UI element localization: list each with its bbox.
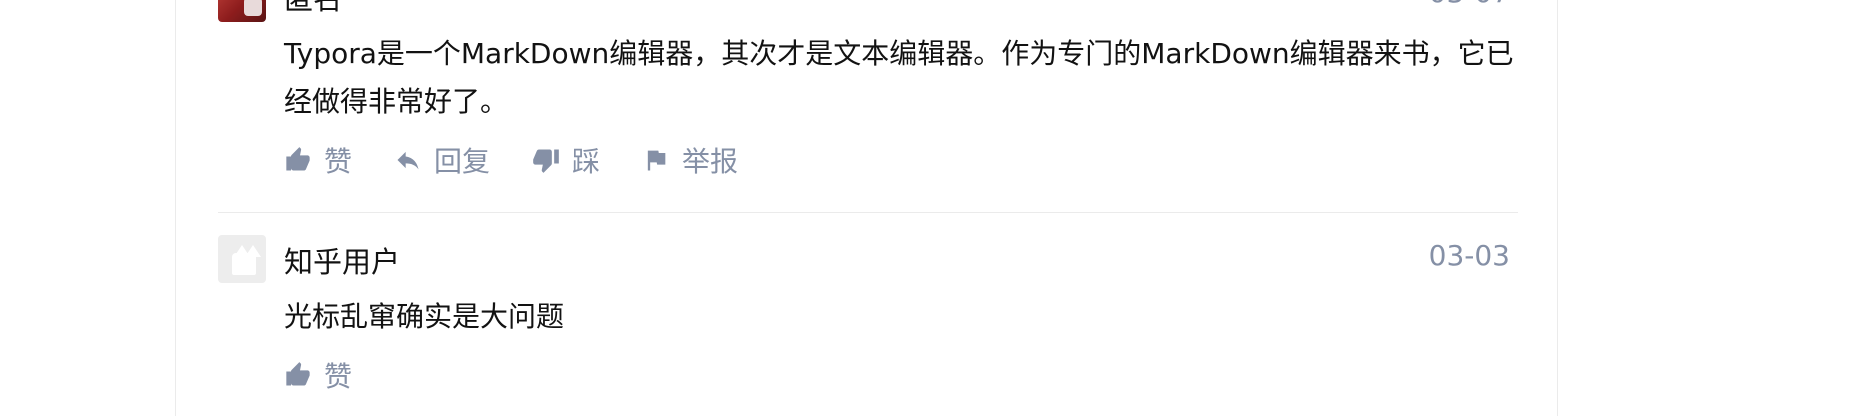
comment-date: 03-07 — [1429, 0, 1510, 9]
flag-icon — [647, 150, 666, 171]
comment-divider — [218, 212, 1518, 213]
thumbs-down-icon — [533, 149, 559, 173]
like-button[interactable]: 赞 — [284, 140, 352, 180]
avatar-face — [232, 253, 256, 275]
report-button[interactable]: 举报 — [642, 140, 738, 180]
dislike-label: 踩 — [572, 145, 601, 178]
avatar[interactable] — [218, 235, 266, 283]
dislike-button[interactable]: 踩 — [532, 140, 600, 180]
comment-item: 匿名 03-07 Typora是一个MarkDown编辑器，其次才是文本编辑器。… — [218, 0, 1518, 184]
like-label: 赞 — [324, 360, 353, 393]
reply-button[interactable]: 回复 — [394, 140, 490, 180]
thumbs-up-icon — [286, 362, 310, 386]
comment-content: Typora是一个MarkDown编辑器，其次才是文本编辑器。作为专门的Mark… — [284, 37, 1514, 118]
thumbs-up-icon — [286, 147, 310, 171]
comment-author[interactable]: 知乎用户 — [284, 239, 400, 281]
avatar[interactable] — [218, 0, 266, 22]
report-label: 举报 — [682, 145, 739, 178]
comment-author[interactable]: 匿名 — [284, 0, 342, 18]
reply-label: 回复 — [434, 145, 491, 178]
comment-content: 光标乱窜确实是大问题 — [284, 300, 565, 333]
like-label: 赞 — [324, 145, 353, 178]
comment-actions: 赞 — [284, 355, 394, 395]
page: 匿名 03-07 Typora是一个MarkDown编辑器，其次才是文本编辑器。… — [0, 0, 1850, 416]
comment-item: 知乎用户 03-03 光标乱窜确实是大问题 赞 — [218, 235, 1518, 405]
avatar-figure — [244, 0, 262, 16]
comment-date: 03-03 — [1428, 239, 1510, 272]
reply-icon — [397, 151, 419, 170]
comment-actions: 赞 回复 踩 举报 — [284, 140, 780, 180]
like-button[interactable]: 赞 — [284, 355, 352, 395]
